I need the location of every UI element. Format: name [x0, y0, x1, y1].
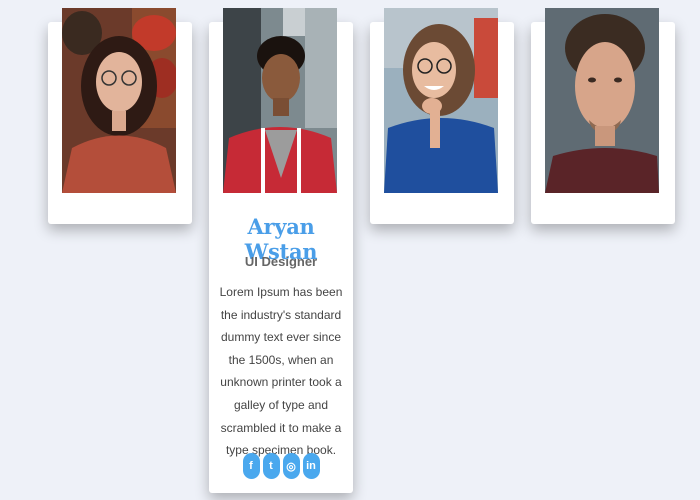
profile-photo-1	[62, 8, 176, 193]
profile-role: UI Designer	[244, 254, 318, 269]
linkedin-icon[interactable]: in	[302, 453, 320, 479]
profile-card-3[interactable]	[370, 8, 514, 224]
profile-card-4[interactable]	[531, 8, 675, 224]
profile-bio: Lorem Ipsum has been the industry's stan…	[219, 285, 343, 458]
profile-photo-3	[384, 8, 498, 193]
profile-card-1[interactable]	[48, 8, 192, 224]
profile-card-2[interactable]: Aryan Wstan UI Designer Lorem Ipsum has …	[209, 8, 353, 493]
social-links: f t ◎ in	[209, 453, 353, 479]
profile-photo-4	[545, 8, 659, 193]
profile-photo-2	[223, 8, 337, 193]
instagram-icon[interactable]: ◎	[282, 453, 300, 479]
twitter-icon[interactable]: t	[262, 453, 280, 479]
facebook-icon[interactable]: f	[242, 453, 260, 479]
